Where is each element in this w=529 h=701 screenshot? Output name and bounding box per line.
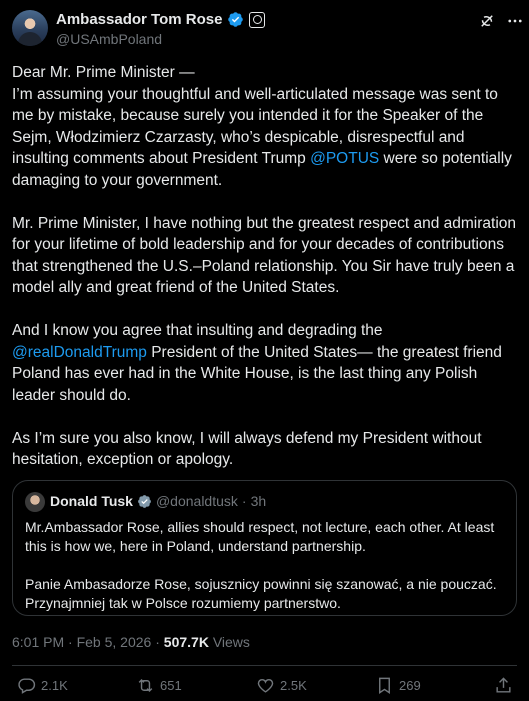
post-paragraph-3: And I know you agree that insulting and …	[12, 320, 520, 406]
quoted-post[interactable]: Donald Tusk @donaldtusk · 3h Mr.Ambassad…	[12, 480, 517, 616]
reply-count: 2.1K	[41, 678, 68, 693]
post-time[interactable]: 6:01 PM	[12, 634, 64, 650]
post-p3-text: And I know you agree that insulting and …	[12, 322, 383, 339]
quote-paragraph-1: Mr.Ambassador Rose, allies should respec…	[25, 519, 495, 554]
repost-count: 651	[160, 678, 182, 693]
share-icon	[496, 677, 511, 693]
quote-verified-badge-icon	[138, 494, 151, 508]
grok-icon[interactable]	[478, 12, 496, 30]
bookmark-count: 269	[399, 678, 421, 693]
quote-text: Mr.Ambassador Rose, allies should respec…	[25, 518, 505, 632]
post-header: Ambassador Tom Rose @USAmbPoland	[0, 0, 529, 56]
quote-time: 3h	[250, 493, 267, 509]
post-date[interactable]: Feb 5, 2026	[77, 634, 152, 650]
verified-badge-icon[interactable]	[227, 11, 244, 28]
quote-paragraph-2: Panie Ambasadorze Rose, sojusznicy powin…	[25, 576, 497, 611]
bookmark-icon	[379, 677, 390, 694]
repost-icon	[138, 678, 153, 693]
meta-dot: ·	[155, 634, 160, 650]
repost-button[interactable]: 651	[136, 676, 182, 695]
author-name[interactable]: Ambassador Tom Rose	[56, 11, 222, 28]
post-text: Dear Mr. Prime Minister — I’m assuming y…	[12, 62, 520, 492]
like-button[interactable]: 2.5K	[256, 676, 307, 695]
post-paragraph-4: As I’m sure you also know, I will always…	[12, 429, 482, 469]
post-meta: 6:01 PM · Feb 5, 2026 · 507.7K Views	[12, 634, 250, 650]
author-handle[interactable]: @USAmbPoland	[56, 31, 162, 47]
author-avatar[interactable]	[12, 10, 48, 46]
quote-author-name: Donald Tusk	[50, 493, 133, 509]
bookmark-button[interactable]: 269	[375, 676, 421, 695]
reply-button[interactable]: 2.1K	[17, 676, 68, 695]
mention-realdonaldtrump-link[interactable]: @realDonaldTrump	[12, 344, 147, 361]
quote-author-avatar	[25, 492, 45, 512]
quote-header: Donald Tusk @donaldtusk · 3h	[50, 493, 266, 509]
government-badge-icon[interactable]	[249, 11, 266, 28]
reply-icon	[18, 678, 36, 694]
like-icon	[257, 678, 274, 693]
views-label: Views	[212, 634, 250, 650]
like-count: 2.5K	[280, 678, 307, 693]
quote-separator: ·	[241, 493, 247, 509]
action-bar: 2.1K 651 2.5K 269	[0, 676, 529, 700]
quote-author-handle: @donaldtusk	[155, 493, 238, 509]
mention-potus-link[interactable]: @POTUS	[310, 150, 379, 167]
more-icon[interactable]	[506, 12, 524, 30]
views-count: 507.7K	[163, 634, 209, 650]
divider	[12, 665, 517, 666]
post-greeting: Dear Mr. Prime Minister —	[12, 64, 195, 81]
author-name-row: Ambassador Tom Rose	[56, 11, 266, 28]
meta-dot: ·	[68, 634, 73, 650]
post-paragraph-1: Dear Mr. Prime Minister — I’m assuming y…	[12, 62, 520, 191]
post-paragraph-2: Mr. Prime Minister, I have nothing but t…	[12, 214, 517, 297]
share-button[interactable]	[494, 676, 513, 695]
